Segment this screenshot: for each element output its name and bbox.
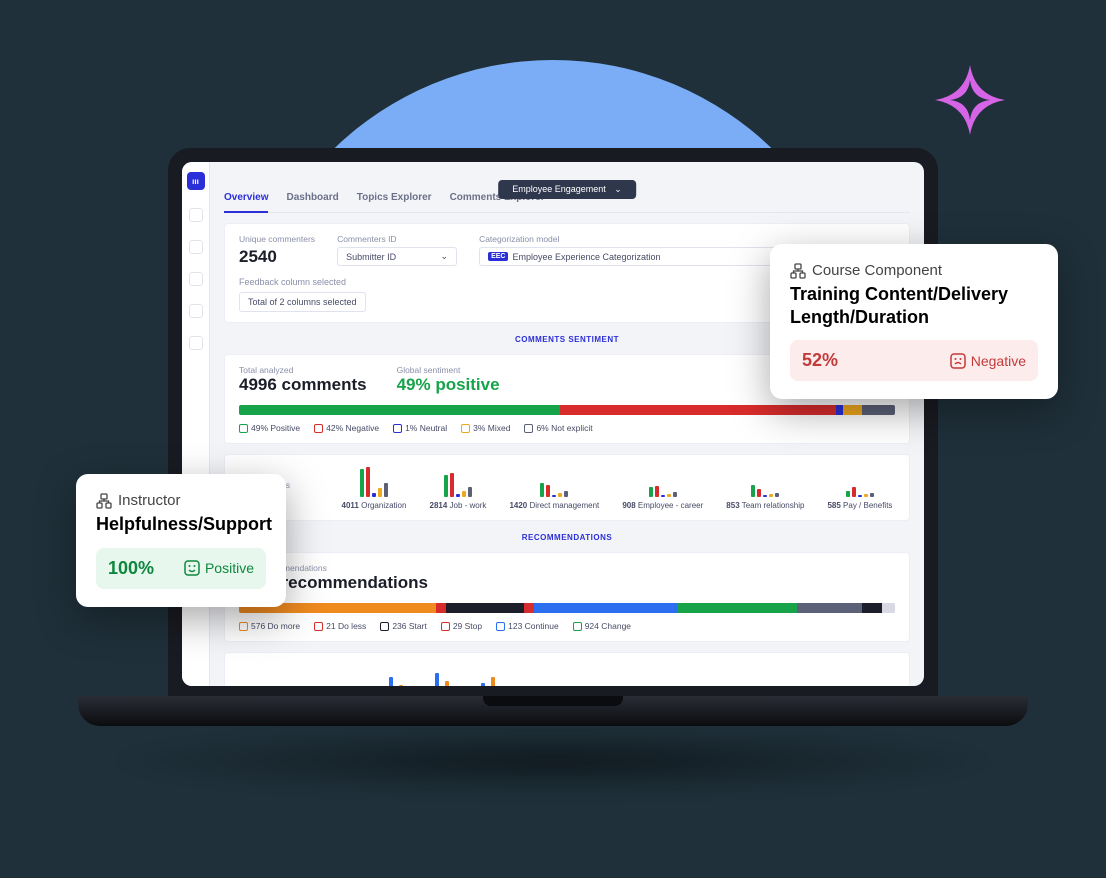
sidebar-nav-icon[interactable] bbox=[189, 336, 203, 350]
legend-item: 576 Do more bbox=[239, 621, 300, 631]
bar-segment bbox=[678, 603, 796, 613]
bar-segment bbox=[436, 603, 446, 613]
insight-column: 2814 Job - work bbox=[430, 465, 487, 510]
popup-pct: 100% bbox=[108, 558, 154, 579]
context-dropdown[interactable]: Employee Engagement ⌄ bbox=[498, 180, 636, 199]
tab-dashboard[interactable]: Dashboard bbox=[286, 192, 338, 204]
recs-total: 1909 recommendations bbox=[239, 573, 895, 593]
bar-segment bbox=[560, 405, 836, 415]
recs-label: Total recommendations bbox=[239, 563, 895, 573]
cat-model-label: Categorization model bbox=[479, 234, 895, 244]
commenters-id-select[interactable]: Submitter ID ⌄ bbox=[337, 247, 457, 266]
insights-card: Topic insights 12016 4011 Organization28… bbox=[224, 454, 910, 521]
feedback-col-pill[interactable]: Total of 2 columns selected bbox=[239, 292, 366, 312]
chevron-down-icon: ⌄ bbox=[441, 251, 449, 262]
commenters-id-label: Commenters ID bbox=[337, 234, 457, 244]
app-logo-icon[interactable]: ııı bbox=[187, 172, 205, 190]
topic-recs-bars bbox=[389, 663, 495, 686]
hierarchy-icon bbox=[790, 263, 806, 279]
popup-course-card: Course Component Training Content/Delive… bbox=[770, 244, 1058, 399]
bar-segment bbox=[446, 603, 525, 613]
sparkle-icon bbox=[930, 60, 1010, 140]
bar-segment bbox=[862, 603, 882, 613]
bar-segment bbox=[534, 603, 678, 613]
insight-column: 908 Employee - career bbox=[622, 465, 703, 510]
legend-item: 123 Continue bbox=[496, 621, 559, 631]
bar-segment bbox=[843, 405, 863, 415]
legend-item: 6% Not explicit bbox=[524, 423, 592, 433]
eec-badge: EEC bbox=[488, 252, 508, 261]
popup-category: Instructor bbox=[118, 492, 181, 509]
insight-column: 4011 Organization bbox=[342, 465, 407, 510]
tab-overview[interactable]: Overview bbox=[224, 192, 268, 213]
legend-item: 49% Positive bbox=[239, 423, 300, 433]
sidebar-nav-icon[interactable] bbox=[189, 272, 203, 286]
app-sidebar: ııı bbox=[182, 162, 210, 686]
insight-column: 853 Team relationship bbox=[726, 465, 804, 510]
popup-title: Helpfulness/Support bbox=[96, 513, 266, 536]
insight-column: 1420 Direct management bbox=[509, 465, 599, 510]
sentiment-bar-chart bbox=[239, 405, 895, 415]
popup-category: Course Component bbox=[812, 262, 942, 279]
topic-recs-label: Topic recommendations bbox=[239, 685, 329, 686]
popup-instructor-card: Instructor Helpfulness/Support 100% Posi… bbox=[76, 474, 286, 607]
legend-item: 924 Change bbox=[573, 621, 631, 631]
bar-segment bbox=[239, 405, 560, 415]
legend-item: 29 Stop bbox=[441, 621, 482, 631]
laptop-mockup: ııı Employee Engagement ⌄ Overview Dashbo… bbox=[168, 148, 938, 730]
recs-section-title: RECOMMENDATIONS bbox=[224, 533, 910, 542]
chevron-down-icon: ⌄ bbox=[614, 184, 622, 195]
sidebar-nav-icon[interactable] bbox=[189, 304, 203, 318]
global-sentiment-value: 49% positive bbox=[397, 375, 500, 395]
bar-segment bbox=[882, 603, 895, 613]
global-sentiment-label: Global sentiment bbox=[397, 365, 500, 375]
hierarchy-icon bbox=[96, 493, 112, 509]
bar-segment bbox=[797, 603, 863, 613]
recs-card: Total recommendations 1909 recommendatio… bbox=[224, 552, 910, 642]
context-label: Employee Engagement bbox=[512, 184, 606, 194]
popup-title: Training Content/Delivery Length/Duratio… bbox=[790, 283, 1038, 328]
total-analyzed-value: 4996 comments bbox=[239, 375, 367, 395]
popup-sentiment: Positive bbox=[205, 560, 254, 576]
legend-item: 1% Neutral bbox=[393, 423, 447, 433]
popup-pct: 52% bbox=[802, 350, 838, 371]
topic-recs-card: Topic recommendations bbox=[224, 652, 910, 686]
recs-bar-chart bbox=[239, 603, 895, 613]
sidebar-nav-icon[interactable] bbox=[189, 208, 203, 222]
legend-item: 21 Do less bbox=[314, 621, 366, 631]
recs-legend: 576 Do more 21 Do less 236 Start 29 Stop 123… bbox=[239, 621, 895, 631]
unique-commenters-value: 2540 bbox=[239, 247, 315, 267]
tab-topics-explorer[interactable]: Topics Explorer bbox=[357, 192, 432, 204]
bar-segment bbox=[862, 405, 895, 415]
unique-commenters-label: Unique commenters bbox=[239, 234, 315, 244]
sentiment-legend: 49% Positive 42% Negative 1% Neutral 3% Mix… bbox=[239, 423, 895, 433]
frown-icon bbox=[950, 353, 966, 369]
legend-item: 42% Negative bbox=[314, 423, 379, 433]
bar-segment bbox=[524, 603, 534, 613]
sidebar-nav-icon[interactable] bbox=[189, 240, 203, 254]
insight-column: 585 Pay / Benefits bbox=[827, 465, 892, 510]
popup-sentiment: Negative bbox=[971, 353, 1026, 369]
total-analyzed-label: Total analyzed bbox=[239, 365, 367, 375]
smile-icon bbox=[184, 560, 200, 576]
legend-item: 3% Mixed bbox=[461, 423, 510, 433]
legend-item: 236 Start bbox=[380, 621, 427, 631]
